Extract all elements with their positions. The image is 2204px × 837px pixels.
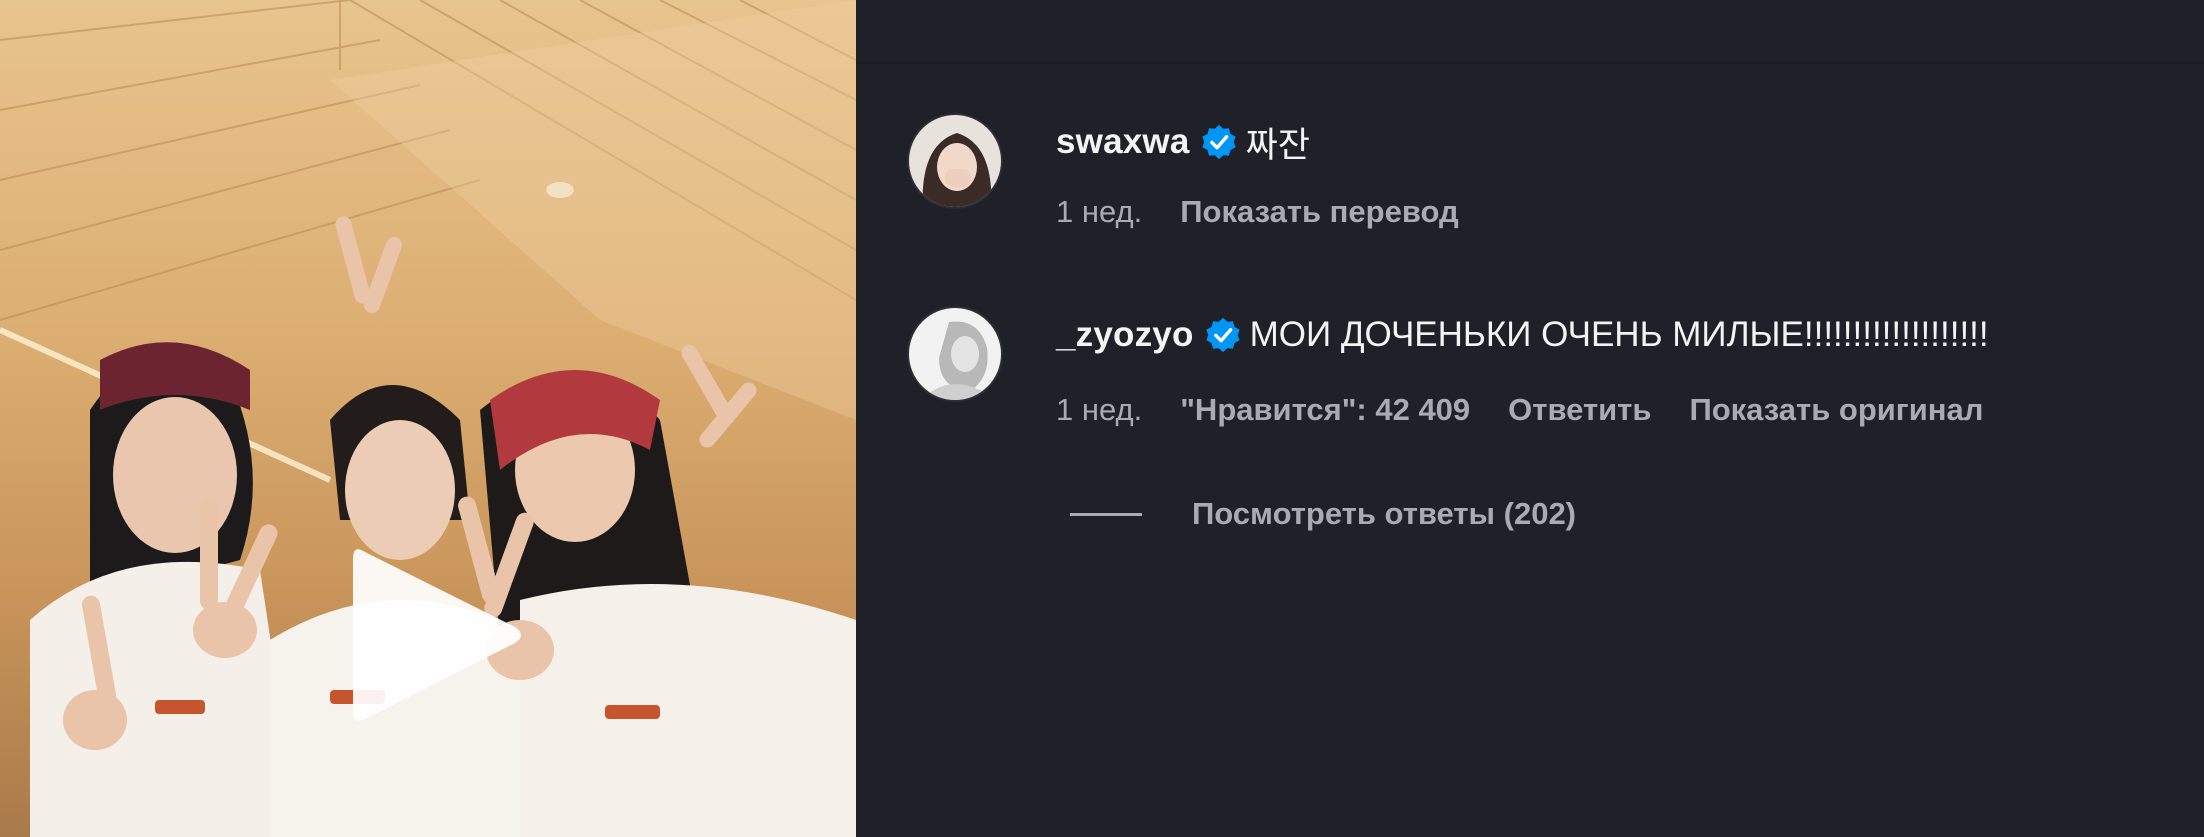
comment-meta: 1 нед. Показать перевод: [1056, 192, 1459, 232]
view-replies-label[interactable]: Посмотреть ответы (202): [1192, 496, 1576, 532]
video-thumbnail[interactable]: [0, 0, 856, 837]
comment-header: swaxwa 짜잔: [1056, 118, 1310, 166]
comment-username[interactable]: swaxwa: [1056, 122, 1190, 162]
play-icon: [353, 549, 521, 721]
show-translation-button[interactable]: Показать перевод: [1180, 194, 1458, 230]
comment-text: 짜잔: [1245, 125, 1310, 165]
view-replies-button[interactable]: Посмотреть ответы (202): [1070, 496, 1576, 532]
comment-time[interactable]: 1 нед.: [1056, 194, 1142, 230]
comment-header: _zyozyo МОИ ДОЧЕНЬКИ ОЧЕНЬ МИЛЫЕ!!!!!!!!…: [1056, 311, 1989, 359]
avatar[interactable]: [907, 113, 1003, 209]
comment-time[interactable]: 1 нед.: [1056, 392, 1142, 428]
play-button[interactable]: [335, 535, 535, 735]
avatar[interactable]: [907, 306, 1003, 402]
replies-divider: [1070, 512, 1142, 516]
header-divider: [856, 62, 2204, 64]
likes-count-button[interactable]: "Нравится": 42 409: [1180, 392, 1470, 428]
avatar-image: [909, 308, 1001, 400]
comment-text: МОИ ДОЧЕНЬКИ ОЧЕНЬ МИЛЫЕ!!!!!!!!!!!!!!!!…: [1249, 315, 1989, 354]
comments-panel: swaxwa 짜잔 1 нед. Показать перевод _zyozy…: [856, 0, 2204, 837]
comment-username[interactable]: _zyozyo: [1056, 315, 1194, 355]
avatar-image: [909, 115, 1001, 207]
comment-meta: 1 нед. "Нравится": 42 409 Ответить Показ…: [1056, 390, 1983, 430]
show-original-button[interactable]: Показать оригинал: [1689, 392, 1983, 428]
verified-badge-icon: [1205, 317, 1240, 353]
verified-badge-icon: [1201, 124, 1236, 160]
reply-button[interactable]: Ответить: [1508, 392, 1651, 428]
